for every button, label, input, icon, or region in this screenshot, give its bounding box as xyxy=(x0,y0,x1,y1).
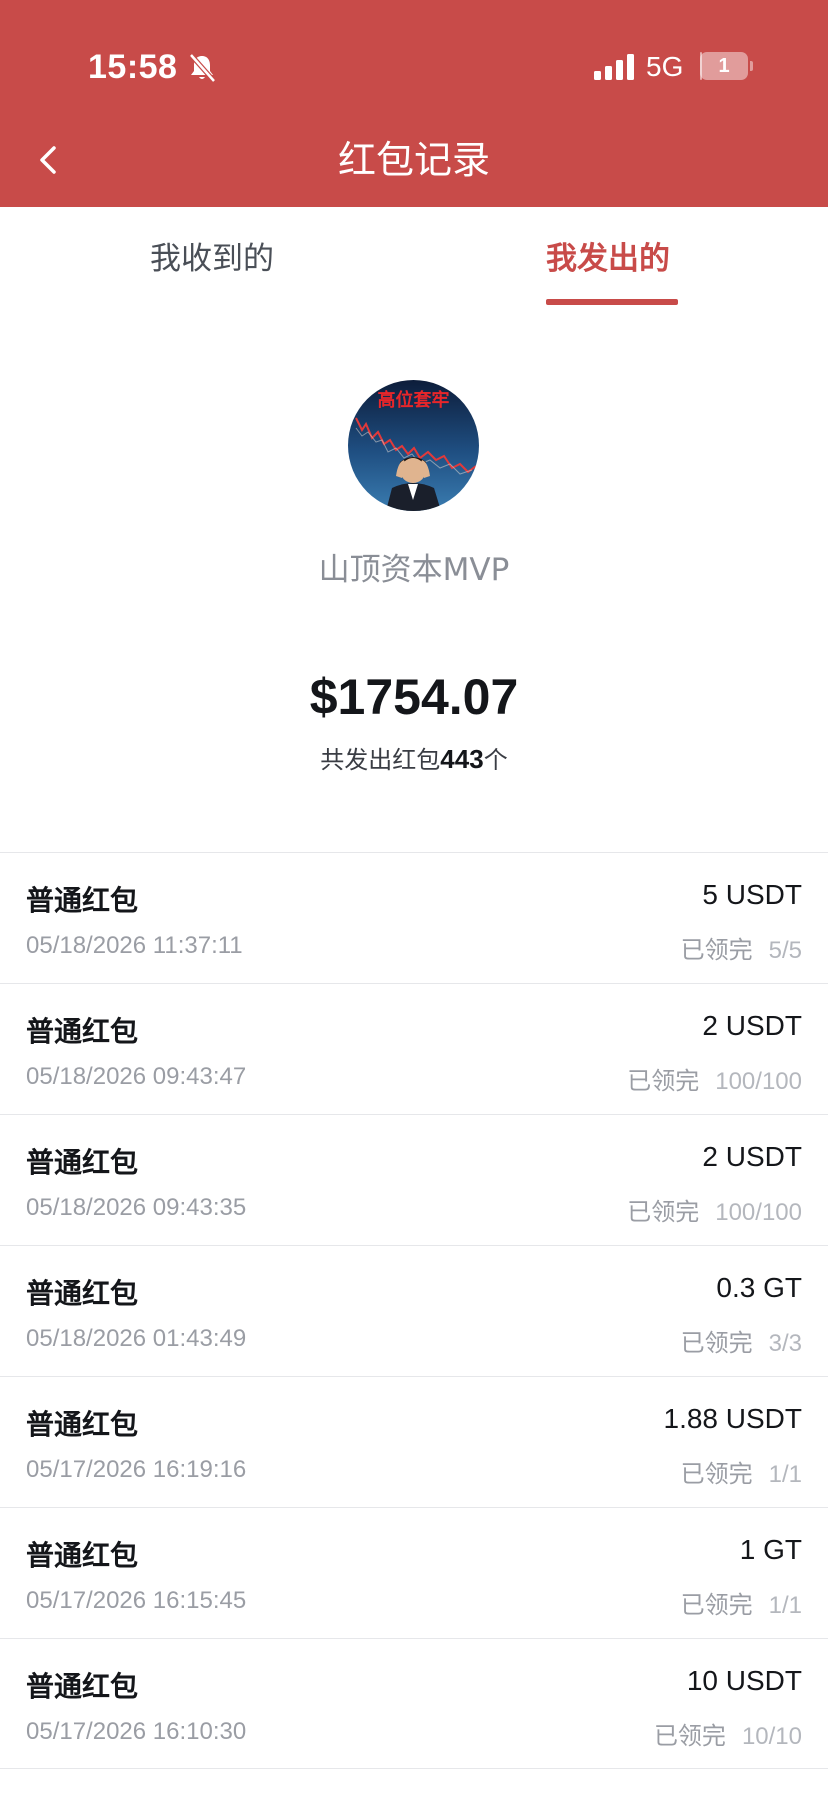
record-status-label: 已领完 xyxy=(680,936,753,964)
record-status: 已领完 100/100 xyxy=(627,1192,802,1227)
total-count-suffix: 个 xyxy=(483,746,508,774)
record-type: 普通红包 xyxy=(26,1146,139,1179)
record-time: 05/17/2026 16:10:30 xyxy=(26,1718,247,1745)
avatar: 高位套牢 xyxy=(348,380,479,511)
record-claimed-count: 3/3 xyxy=(768,1330,802,1357)
record-row[interactable]: 普通红包 0.3 GT 05/18/2026 01:43:49 已领完 3/3 xyxy=(0,1245,828,1376)
record-type: 普通红包 xyxy=(26,884,139,917)
record-type: 普通红包 xyxy=(26,1277,139,1310)
record-claimed-count: 1/1 xyxy=(768,1592,802,1619)
record-claimed-count: 5/5 xyxy=(768,937,802,964)
battery-level: 1 xyxy=(718,55,730,77)
total-count-prefix: 共发出红包 xyxy=(320,746,441,774)
record-amount: 1 GT xyxy=(739,1534,802,1565)
record-type: 普通红包 xyxy=(26,1670,139,1703)
total-amount: $1754.07 xyxy=(309,669,519,725)
tab-bar: 我收到的 我发出的 xyxy=(0,207,828,307)
record-time: 05/18/2026 01:43:49 xyxy=(26,1325,247,1352)
record-status: 已领完 1/1 xyxy=(681,1585,802,1620)
network-label: 5G xyxy=(646,51,684,82)
bell-muted-icon xyxy=(189,53,216,83)
header: 15:58 5G 1 红包记录 xyxy=(0,0,828,207)
record-amount: 2 USDT xyxy=(702,1010,802,1041)
record-amount: 1.88 USDT xyxy=(663,1403,803,1434)
battery-icon: 1 xyxy=(700,52,753,80)
record-status-label: 已领完 xyxy=(680,1591,753,1619)
record-status-label: 已领完 xyxy=(653,1722,726,1750)
username: 山顶资本MVP xyxy=(318,552,510,588)
record-claimed-count: 100/100 xyxy=(715,1199,802,1226)
record-status: 已领完 10/10 xyxy=(654,1716,802,1751)
record-list: 普通红包 5 USDT 05/18/2026 11:37:11 已领完 5/5 普… xyxy=(0,852,828,1769)
record-claimed-count: 1/1 xyxy=(768,1461,802,1488)
record-amount: 2 USDT xyxy=(702,1141,802,1172)
record-status-label: 已领完 xyxy=(627,1198,700,1226)
page-title: 红包记录 xyxy=(337,138,490,182)
tab-sent[interactable]: 我发出的 xyxy=(546,237,670,281)
record-row[interactable]: 普通红包 2 USDT 05/18/2026 09:43:35 已领完 100/1… xyxy=(0,1114,828,1245)
record-row[interactable]: 普通红包 1.88 USDT 05/17/2026 16:19:16 已领完 1/… xyxy=(0,1376,828,1507)
record-row[interactable]: 普通红包 2 USDT 05/18/2026 09:43:47 已领完 100/1… xyxy=(0,983,828,1114)
record-time: 05/18/2026 09:43:35 xyxy=(26,1194,247,1221)
record-status-label: 已领完 xyxy=(627,1067,700,1095)
record-amount: 0.3 GT xyxy=(716,1272,802,1303)
record-amount: 5 USDT xyxy=(702,879,802,910)
record-status-label: 已领完 xyxy=(680,1329,753,1357)
record-status-label: 已领完 xyxy=(680,1460,753,1488)
red-packet-records-screen: 15:58 5G 1 红包记录 我收到的 我发出的 高位套牢 山顶资本MVP $… xyxy=(0,0,828,1801)
record-time: 05/18/2026 09:43:47 xyxy=(26,1063,247,1090)
record-type: 普通红包 xyxy=(26,1015,139,1048)
total-count-value: 443 xyxy=(440,744,484,774)
record-row[interactable]: 普通红包 5 USDT 05/18/2026 11:37:11 已领完 5/5 xyxy=(0,852,828,983)
battery-cap xyxy=(750,61,753,71)
avatar-caption: 高位套牢 xyxy=(377,390,450,411)
signal-bars-icon xyxy=(594,54,634,80)
status-time: 15:58 xyxy=(88,48,178,86)
record-row[interactable]: 普通红包 10 USDT 05/17/2026 16:10:30 已领完 10/1… xyxy=(0,1638,828,1769)
record-type: 普通红包 xyxy=(26,1539,139,1572)
record-status: 已领完 5/5 xyxy=(681,930,802,965)
record-amount: 10 USDT xyxy=(686,1665,802,1696)
record-time: 05/18/2026 11:37:11 xyxy=(26,932,243,959)
tab-received[interactable]: 我收到的 xyxy=(150,237,274,281)
record-claimed-count: 10/10 xyxy=(741,1723,802,1750)
record-row[interactable]: 普通红包 1 GT 05/17/2026 16:15:45 已领完 1/1 xyxy=(0,1507,828,1638)
record-time: 05/17/2026 16:19:16 xyxy=(26,1456,247,1483)
tab-active-indicator xyxy=(546,299,678,305)
record-status: 已领完 100/100 xyxy=(627,1061,802,1096)
record-time: 05/17/2026 16:15:45 xyxy=(26,1587,247,1614)
total-count: 共发出红包443个 xyxy=(0,740,828,775)
record-status: 已领完 3/3 xyxy=(681,1323,802,1358)
record-type: 普通红包 xyxy=(26,1408,139,1441)
record-claimed-count: 100/100 xyxy=(715,1068,802,1095)
record-status: 已领完 1/1 xyxy=(681,1454,802,1489)
